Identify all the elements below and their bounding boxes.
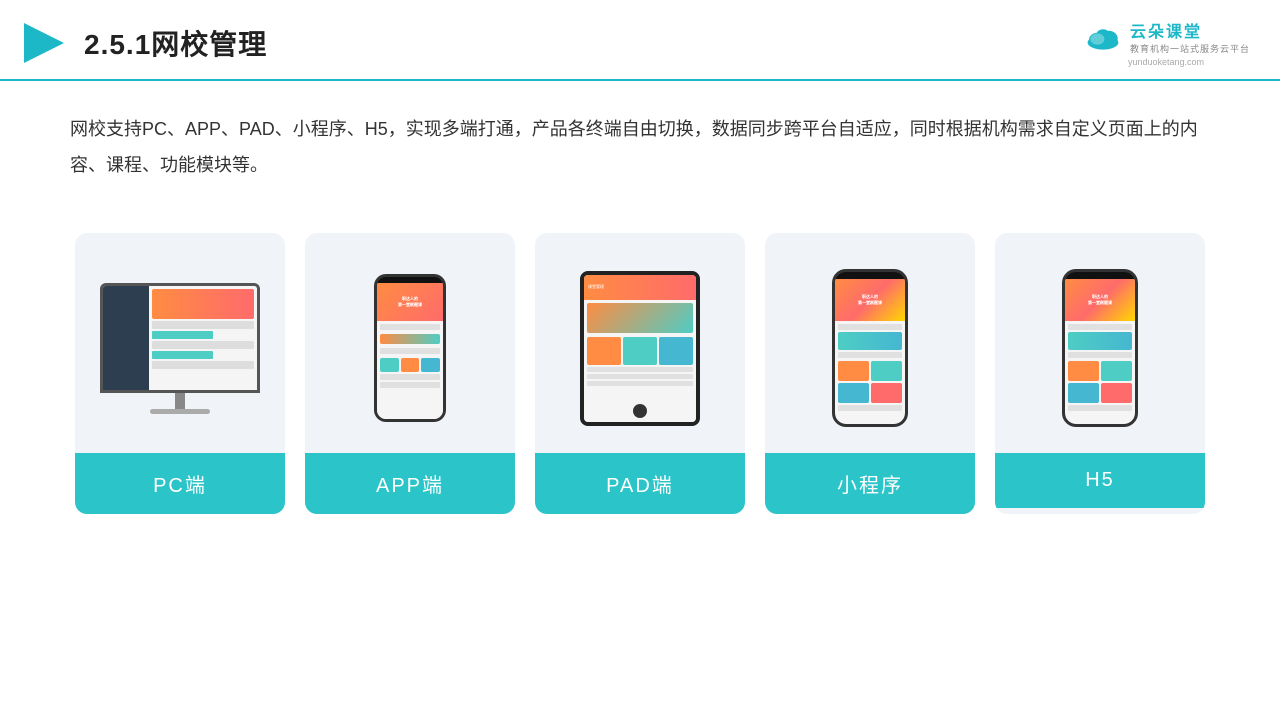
cloud-icon [1082, 22, 1124, 52]
card-pc-image [75, 233, 285, 453]
pad-tablet-icon: 课堂管理 [580, 271, 700, 426]
header-left: 2.5.1网校管理 [20, 19, 267, 67]
h5-phone-icon: 职达人的第一堂刷题课 [1062, 269, 1138, 427]
card-pad-label: PAD端 [535, 453, 745, 514]
pc-monitor-icon [100, 283, 260, 414]
card-h5-image: 职达人的第一堂刷题课 [995, 233, 1205, 453]
card-pad-image: 课堂管理 [535, 233, 745, 453]
page-title: 2.5.1网校管理 [84, 23, 267, 63]
app-phone-icon: 职达人的第一堂刷题课 [374, 274, 446, 422]
miniprogram-phone-icon: 职达人的第一堂刷题课 [832, 269, 908, 427]
brand-logo: 云朵课堂 教育机构一站式服务云平台 [1082, 18, 1250, 55]
description-text: 网校支持PC、APP、PAD、小程序、H5，实现多端打通，产品各终端自由切换，数… [0, 81, 1280, 193]
card-app: 职达人的第一堂刷题课 [305, 233, 515, 514]
brand-url: yunduoketang.com [1128, 57, 1204, 67]
card-miniprogram-label: 小程序 [765, 453, 975, 514]
card-h5-label: H5 [995, 453, 1205, 508]
brand-name: 云朵课堂 [1130, 18, 1250, 42]
cards-container: PC端 职达人的第一堂刷题课 [0, 203, 1280, 534]
card-pad: 课堂管理 PAD端 [535, 233, 745, 514]
card-pc: PC端 [75, 233, 285, 514]
description-content: 网校支持PC、APP、PAD、小程序、H5，实现多端打通，产品各终端自由切换，数… [70, 119, 1198, 175]
logo-arrow-icon [20, 19, 68, 67]
card-h5: 职达人的第一堂刷题课 [995, 233, 1205, 514]
card-app-label: APP端 [305, 453, 515, 514]
card-app-image: 职达人的第一堂刷题课 [305, 233, 515, 453]
brand-tagline: 教育机构一站式服务云平台 [1130, 42, 1250, 55]
card-pc-label: PC端 [75, 453, 285, 514]
card-miniprogram-image: 职达人的第一堂刷题课 [765, 233, 975, 453]
brand-text-block: 云朵课堂 教育机构一站式服务云平台 [1130, 18, 1250, 55]
brand-logo-area: 云朵课堂 教育机构一站式服务云平台 yunduoketang.com [1082, 18, 1250, 67]
card-miniprogram: 职达人的第一堂刷题课 [765, 233, 975, 514]
header: 2.5.1网校管理 云朵课堂 教育机构一站式服务云平台 yunduoketang… [0, 0, 1280, 81]
